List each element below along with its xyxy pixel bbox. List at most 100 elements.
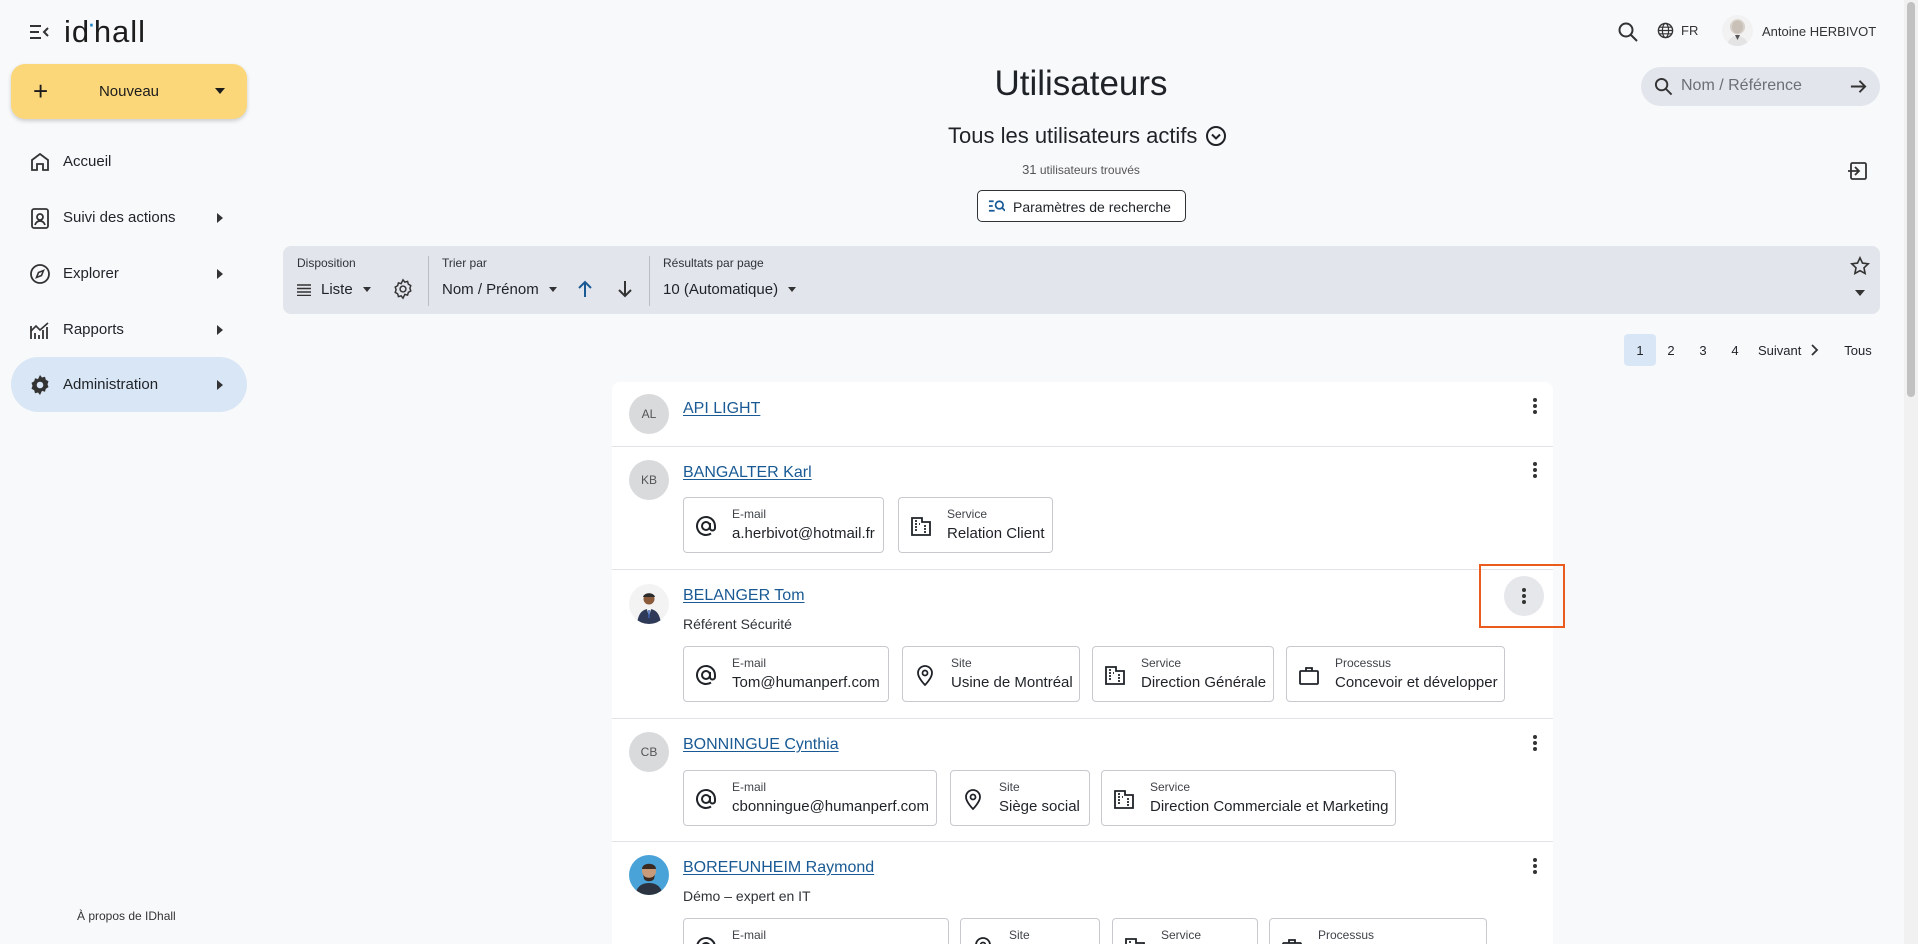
page-3-button[interactable]: 3 [1687, 334, 1719, 366]
sidebar-item-label: Suivi des actions [63, 209, 176, 226]
toolbar-divider [649, 256, 650, 306]
list-item: CB BONNINGUE Cynthia E-mail cbonningue@h… [612, 719, 1553, 842]
sidebar-item-rapports[interactable]: Rapports [11, 302, 247, 357]
user-avatar[interactable] [1722, 15, 1753, 46]
about-link[interactable]: À propos de IDhall [77, 909, 176, 923]
sort-select[interactable]: Nom / Prénom [442, 281, 557, 298]
sort-caption: Trier par [442, 256, 487, 270]
disposition-select[interactable]: Liste [297, 281, 371, 298]
field-caption: E-mail [732, 507, 767, 521]
sidebar-item-explorer[interactable]: Explorer [11, 246, 247, 301]
list-item: BOREFUNHEIM Raymond Démo – expert en IT … [612, 842, 1553, 944]
all-pages-button[interactable]: Tous [1842, 334, 1874, 366]
caret-down-icon[interactable] [1855, 290, 1865, 296]
service-field: Service Direction Commerciale et Marketi… [1101, 770, 1396, 826]
settings-gear-icon[interactable] [392, 278, 414, 300]
star-icon[interactable] [1850, 256, 1870, 276]
site-field: Site Usine de Montréal [902, 646, 1080, 702]
user-name-link[interactable]: BANGALTER Karl [683, 464, 812, 482]
field-value: Direction Commerciale et Marketing [1150, 798, 1389, 815]
service-field: Service [1112, 918, 1258, 944]
sidebar-item-label: Administration [63, 376, 159, 393]
list-item: AL API LIGHT [612, 382, 1553, 447]
globe-icon [1657, 22, 1674, 39]
site-field: Site [960, 918, 1100, 944]
sidebar-item-suivi-actions[interactable]: Suivi des actions [11, 190, 247, 245]
filter-name: Tous les utilisateurs actifs [948, 123, 1198, 148]
chart-icon [28, 318, 52, 342]
saved-filter-selector[interactable]: Tous les utilisateurs actifs [948, 123, 1227, 149]
sort-descending-icon[interactable] [615, 279, 635, 299]
at-icon [695, 664, 717, 686]
search-params-button[interactable]: Paramètres de recherche [977, 190, 1186, 222]
more-vert-icon[interactable] [1524, 459, 1546, 481]
avatar: CB [629, 732, 669, 772]
search-list-icon [988, 199, 1005, 213]
user-name[interactable]: Antoine HERBIVOT [1762, 24, 1876, 39]
compass-icon [28, 262, 52, 286]
at-icon [695, 515, 717, 537]
search-icon[interactable] [1617, 21, 1639, 43]
list-item: BELANGER Tom Référent Sécurité E-mail To… [612, 570, 1553, 719]
next-page-label: Suivant [1758, 342, 1802, 358]
more-vert-icon[interactable] [1524, 855, 1546, 877]
field-value: cbonningue@humanperf.com [732, 798, 930, 815]
briefcase-icon [1281, 936, 1303, 944]
language-selector[interactable]: FR [1657, 22, 1698, 39]
highlight-box [1479, 564, 1565, 628]
gear-icon [28, 373, 52, 397]
sort-ascending-icon[interactable] [575, 279, 595, 299]
per-page-select[interactable]: 10 (Automatique) [663, 281, 797, 298]
field-caption: Site [951, 656, 972, 670]
page-2-button[interactable]: 2 [1655, 334, 1687, 366]
user-name-link[interactable]: API LIGHT [683, 400, 760, 418]
page-scrollbar[interactable] [1904, 0, 1918, 944]
briefcase-icon [1298, 664, 1320, 686]
field-value: Tom@humanperf.com [732, 674, 880, 691]
email-field: E-mail cbonningue@humanperf.com [683, 770, 937, 826]
field-value: a.herbivot@hotmail.fr [732, 525, 875, 542]
at-icon [695, 788, 717, 810]
email-field: E-mail Tom@humanperf.com [683, 646, 889, 702]
scrollbar-thumb[interactable] [1907, 2, 1915, 397]
clipboard-user-icon [28, 206, 52, 230]
app-logo[interactable]: id·hall [64, 8, 146, 50]
more-vert-icon[interactable] [1524, 395, 1546, 417]
field-caption: Site [999, 780, 1020, 794]
menu-collapse-icon[interactable] [28, 22, 50, 42]
per-page-group: Résultats par page [663, 256, 764, 270]
language-label: FR [1681, 23, 1699, 38]
user-name-link[interactable]: BOREFUNHEIM Raymond [683, 859, 874, 877]
caret-down-icon [548, 287, 557, 292]
email-field: E-mail [683, 918, 949, 944]
result-count-suffix: utilisateurs trouvés [1039, 163, 1140, 177]
field-caption: Service [1150, 780, 1191, 794]
sort-value: Nom / Prénom [442, 281, 539, 298]
per-page-value: 10 (Automatique) [663, 281, 779, 298]
caret-right-icon [217, 213, 223, 223]
service-field: Service Relation Client [898, 497, 1053, 553]
page-4-button[interactable]: 4 [1719, 334, 1751, 366]
disposition-value: Liste [321, 281, 353, 298]
user-name-link[interactable]: BELANGER Tom [683, 587, 805, 605]
search-params-label: Paramètres de recherche [1013, 199, 1171, 215]
field-value: Relation Client [947, 525, 1045, 542]
service-field: Service Direction Générale [1092, 646, 1274, 702]
user-list: AL API LIGHT KB BANGALTER Karl E-mail a.… [612, 382, 1553, 944]
building-icon [1104, 664, 1126, 686]
more-vert-icon[interactable] [1524, 732, 1546, 754]
page-1-button[interactable]: 1 [1624, 334, 1656, 366]
location-pin-icon [962, 788, 984, 810]
per-page-caption: Résultats par page [663, 256, 764, 270]
field-caption: Service [1161, 928, 1202, 942]
sidebar-item-administration[interactable]: Administration [11, 357, 247, 412]
caret-right-icon [217, 380, 223, 390]
avatar [629, 584, 669, 624]
result-count: 31 utilisateurs trouvés [0, 162, 1918, 177]
next-page-button[interactable]: Suivant [1758, 334, 1819, 366]
process-field: Processus [1269, 918, 1487, 944]
caret-down-icon [362, 287, 371, 292]
user-name-link[interactable]: BONNINGUE Cynthia [683, 736, 839, 754]
building-icon [910, 515, 932, 537]
field-value: Usine de Montréal [951, 674, 1073, 691]
